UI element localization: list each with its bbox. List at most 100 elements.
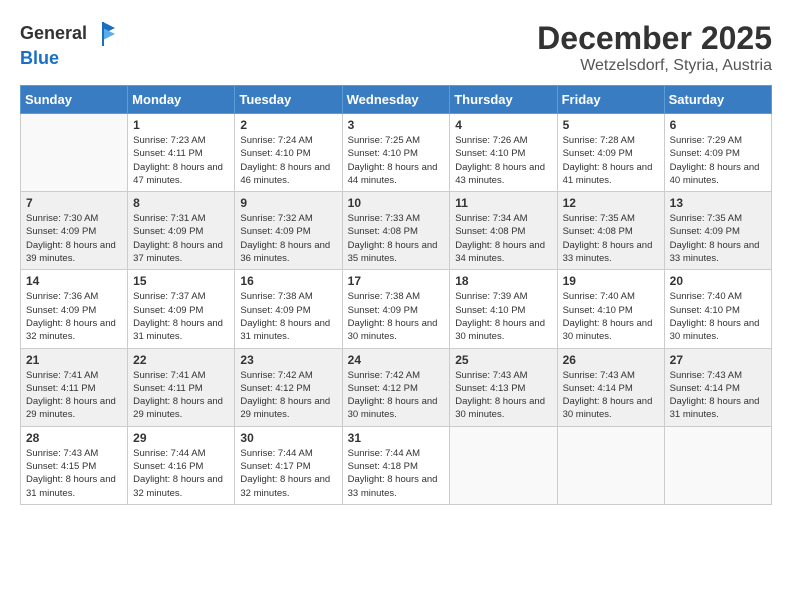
calendar-cell: 16Sunrise: 7:38 AMSunset: 4:09 PMDayligh… [235, 270, 342, 348]
month-title: December 2025 [537, 20, 772, 57]
day-number: 9 [240, 196, 336, 210]
calendar-cell: 4Sunrise: 7:26 AMSunset: 4:10 PMDaylight… [450, 114, 557, 192]
calendar-cell: 29 Sunrise: 7:44 AMSunset: 4:16 PMDayligh… [128, 426, 235, 504]
day-info: Sunrise: 7:43 AMSunset: 4:13 PMDaylight:… [455, 369, 551, 422]
day-info: Sunrise: 7:43 AMSunset: 4:14 PMDaylight:… [670, 369, 766, 422]
calendar-week-row: 28 Sunrise: 7:43 AMSunset: 4:15 PMDayligh… [21, 426, 772, 504]
logo: General Blue [20, 20, 117, 70]
col-header-friday: Friday [557, 86, 664, 114]
day-info: Sunrise: 7:44 AMSunset: 4:18 PMDaylight:… [348, 447, 445, 500]
calendar-cell: 24 Sunrise: 7:42 AMSunset: 4:12 PMDayligh… [342, 348, 450, 426]
col-header-monday: Monday [128, 86, 235, 114]
col-header-wednesday: Wednesday [342, 86, 450, 114]
day-number: 21 [26, 353, 122, 367]
day-number: 1 [133, 118, 229, 132]
calendar-cell: 15 Sunrise: 7:37 AMSunset: 4:09 PMDayligh… [128, 270, 235, 348]
day-number: 14 [26, 274, 122, 288]
day-info: Sunrise: 7:38 AMSunset: 4:09 PMDaylight:… [348, 290, 445, 343]
calendar-week-row: 7 Sunrise: 7:30 AMSunset: 4:09 PMDaylight… [21, 192, 772, 270]
calendar-cell: 14Sunrise: 7:36 AMSunset: 4:09 PMDayligh… [21, 270, 128, 348]
day-number: 24 [348, 353, 445, 367]
day-info: Sunrise: 7:38 AMSunset: 4:09 PMDaylight:… [240, 290, 336, 343]
day-info: Sunrise: 7:42 AMSunset: 4:12 PMDaylight:… [348, 369, 445, 422]
logo-flag-icon [89, 20, 117, 48]
day-number: 6 [670, 118, 766, 132]
day-number: 19 [563, 274, 659, 288]
calendar-cell: 23Sunrise: 7:42 AMSunset: 4:12 PMDayligh… [235, 348, 342, 426]
day-info: Sunrise: 7:43 AMSunset: 4:15 PMDaylight:… [26, 447, 122, 500]
day-info: Sunrise: 7:24 AMSunset: 4:10 PMDaylight:… [240, 134, 336, 187]
day-info: Sunrise: 7:34 AMSunset: 4:08 PMDaylight:… [455, 212, 551, 265]
day-info: Sunrise: 7:29 AMSunset: 4:09 PMDaylight:… [670, 134, 766, 187]
logo-blue: Blue [20, 48, 59, 70]
day-info: Sunrise: 7:41 AMSunset: 4:11 PMDaylight:… [133, 369, 229, 422]
day-info: Sunrise: 7:40 AMSunset: 4:10 PMDaylight:… [670, 290, 766, 343]
day-info: Sunrise: 7:33 AMSunset: 4:08 PMDaylight:… [348, 212, 445, 265]
day-info: Sunrise: 7:44 AMSunset: 4:17 PMDaylight:… [240, 447, 336, 500]
day-number: 28 [26, 431, 122, 445]
day-number: 23 [240, 353, 336, 367]
day-info: Sunrise: 7:44 AMSunset: 4:16 PMDaylight:… [133, 447, 229, 500]
day-number: 26 [563, 353, 659, 367]
calendar-cell [557, 426, 664, 504]
day-number: 12 [563, 196, 659, 210]
col-header-sunday: Sunday [21, 86, 128, 114]
day-info: Sunrise: 7:31 AMSunset: 4:09 PMDaylight:… [133, 212, 229, 265]
calendar-cell: 6 Sunrise: 7:29 AMSunset: 4:09 PMDaylight… [664, 114, 771, 192]
day-info: Sunrise: 7:25 AMSunset: 4:10 PMDaylight:… [348, 134, 445, 187]
calendar-cell: 1 Sunrise: 7:23 AMSunset: 4:11 PMDaylight… [128, 114, 235, 192]
page-header: General Blue December 2025 Wetzelsdorf, … [20, 20, 772, 75]
day-number: 20 [670, 274, 766, 288]
day-number: 13 [670, 196, 766, 210]
calendar-header-row: SundayMondayTuesdayWednesdayThursdayFrid… [21, 86, 772, 114]
calendar-cell: 11 Sunrise: 7:34 AMSunset: 4:08 PMDayligh… [450, 192, 557, 270]
day-info: Sunrise: 7:35 AMSunset: 4:08 PMDaylight:… [563, 212, 659, 265]
day-number: 31 [348, 431, 445, 445]
calendar-cell: 2 Sunrise: 7:24 AMSunset: 4:10 PMDaylight… [235, 114, 342, 192]
day-number: 25 [455, 353, 551, 367]
calendar-cell: 20 Sunrise: 7:40 AMSunset: 4:10 PMDayligh… [664, 270, 771, 348]
calendar-cell: 26 Sunrise: 7:43 AMSunset: 4:14 PMDayligh… [557, 348, 664, 426]
day-number: 3 [348, 118, 445, 132]
day-info: Sunrise: 7:37 AMSunset: 4:09 PMDaylight:… [133, 290, 229, 343]
day-number: 5 [563, 118, 659, 132]
calendar-cell [664, 426, 771, 504]
logo-general: General [20, 23, 87, 43]
calendar-cell: 30 Sunrise: 7:44 AMSunset: 4:17 PMDayligh… [235, 426, 342, 504]
title-block: December 2025 Wetzelsdorf, Styria, Austr… [537, 20, 772, 75]
day-number: 15 [133, 274, 229, 288]
col-header-thursday: Thursday [450, 86, 557, 114]
day-info: Sunrise: 7:30 AMSunset: 4:09 PMDaylight:… [26, 212, 122, 265]
day-info: Sunrise: 7:23 AMSunset: 4:11 PMDaylight:… [133, 134, 229, 187]
day-number: 7 [26, 196, 122, 210]
calendar-cell: 13 Sunrise: 7:35 AMSunset: 4:09 PMDayligh… [664, 192, 771, 270]
day-info: Sunrise: 7:39 AMSunset: 4:10 PMDaylight:… [455, 290, 551, 343]
calendar-cell: 3 Sunrise: 7:25 AMSunset: 4:10 PMDaylight… [342, 114, 450, 192]
calendar-cell: 28 Sunrise: 7:43 AMSunset: 4:15 PMDayligh… [21, 426, 128, 504]
calendar-cell: 25 Sunrise: 7:43 AMSunset: 4:13 PMDayligh… [450, 348, 557, 426]
day-info: Sunrise: 7:43 AMSunset: 4:14 PMDaylight:… [563, 369, 659, 422]
calendar-cell: 31 Sunrise: 7:44 AMSunset: 4:18 PMDayligh… [342, 426, 450, 504]
calendar-cell: 27 Sunrise: 7:43 AMSunset: 4:14 PMDayligh… [664, 348, 771, 426]
calendar-week-row: 21 Sunrise: 7:41 AMSunset: 4:11 PMDayligh… [21, 348, 772, 426]
day-info: Sunrise: 7:26 AMSunset: 4:10 PMDaylight:… [455, 134, 551, 187]
calendar-cell [450, 426, 557, 504]
day-number: 29 [133, 431, 229, 445]
calendar-cell: 7 Sunrise: 7:30 AMSunset: 4:09 PMDaylight… [21, 192, 128, 270]
day-info: Sunrise: 7:28 AMSunset: 4:09 PMDaylight:… [563, 134, 659, 187]
calendar-cell: 12 Sunrise: 7:35 AMSunset: 4:08 PMDayligh… [557, 192, 664, 270]
calendar-cell: 17Sunrise: 7:38 AMSunset: 4:09 PMDayligh… [342, 270, 450, 348]
day-info: Sunrise: 7:35 AMSunset: 4:09 PMDaylight:… [670, 212, 766, 265]
calendar-cell: 22 Sunrise: 7:41 AMSunset: 4:11 PMDayligh… [128, 348, 235, 426]
day-number: 22 [133, 353, 229, 367]
calendar-cell: 8Sunrise: 7:31 AMSunset: 4:09 PMDaylight… [128, 192, 235, 270]
day-number: 27 [670, 353, 766, 367]
calendar-table: SundayMondayTuesdayWednesdayThursdayFrid… [20, 85, 772, 505]
calendar-cell: 18Sunrise: 7:39 AMSunset: 4:10 PMDayligh… [450, 270, 557, 348]
day-number: 2 [240, 118, 336, 132]
day-number: 10 [348, 196, 445, 210]
day-number: 30 [240, 431, 336, 445]
day-info: Sunrise: 7:32 AMSunset: 4:09 PMDaylight:… [240, 212, 336, 265]
day-number: 11 [455, 196, 551, 210]
location: Wetzelsdorf, Styria, Austria [537, 57, 772, 75]
